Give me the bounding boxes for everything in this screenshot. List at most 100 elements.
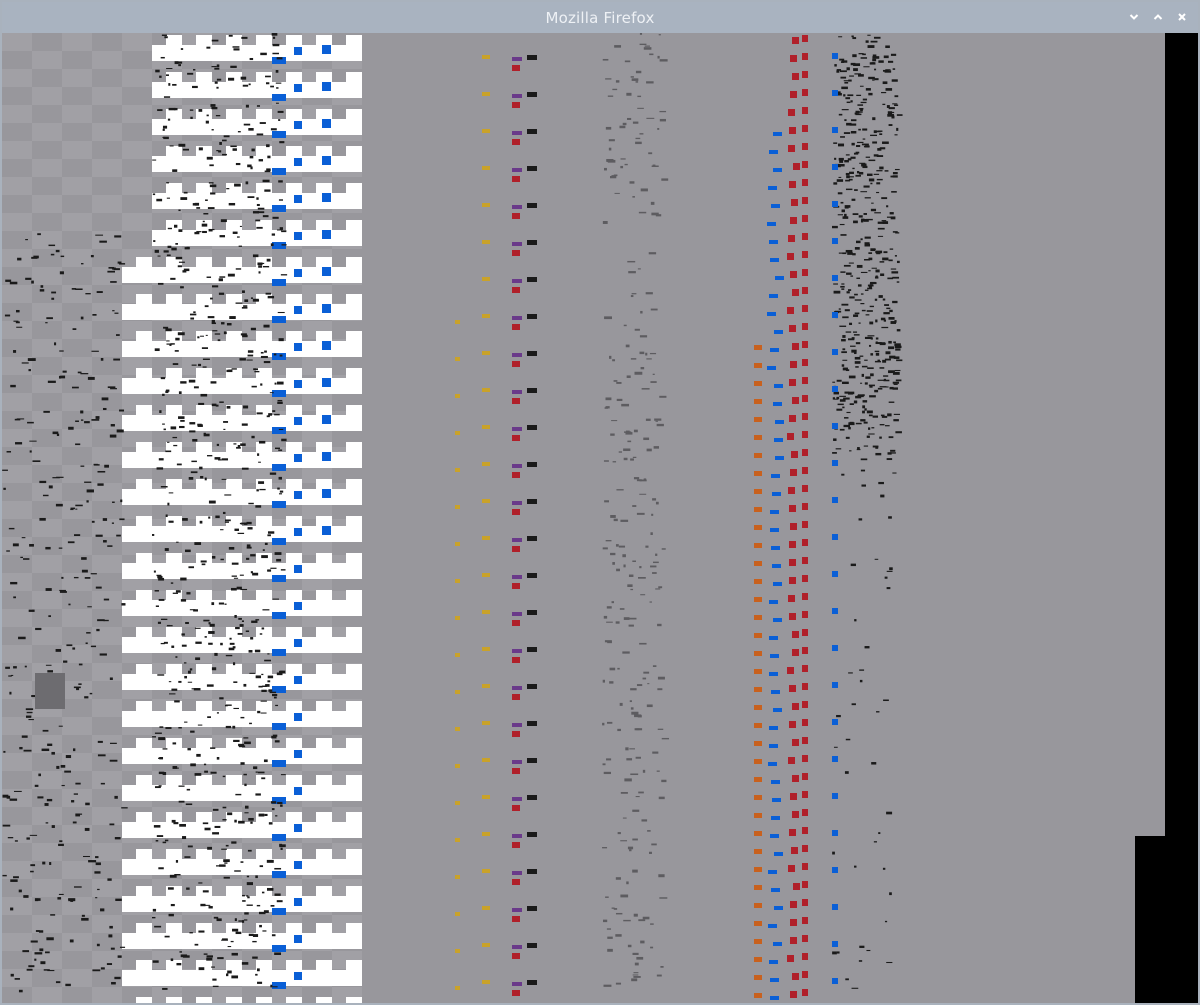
glitch-white-block <box>302 933 332 949</box>
glitch-noise <box>877 148 882 151</box>
glitch-noise <box>527 684 537 689</box>
glitch-noise <box>625 344 630 348</box>
glitch-noise <box>246 557 250 560</box>
title-bar[interactable]: Mozilla Firefox <box>2 2 1198 34</box>
glitch-noise <box>181 633 185 636</box>
glitch-noise <box>871 427 875 429</box>
glitch-white-block <box>332 896 362 912</box>
glitch-red-mark <box>802 521 808 528</box>
glitch-red-mark <box>788 109 795 116</box>
glitch-noise <box>839 428 845 431</box>
glitch-noise <box>655 553 658 556</box>
glitch-blue-block <box>322 489 331 498</box>
glitch-white-block <box>152 748 182 764</box>
maximize-button[interactable] <box>1148 7 1168 27</box>
glitch-purple-mark <box>512 501 522 505</box>
glitch-noise <box>876 182 881 185</box>
glitch-noise <box>613 174 618 177</box>
glitch-noise <box>254 649 261 653</box>
glitch-noise <box>14 840 18 842</box>
glitch-noise <box>219 235 226 238</box>
glitch-white-block <box>182 526 212 542</box>
glitch-noise <box>201 223 208 227</box>
glitch-noise <box>895 431 902 434</box>
glitch-noise <box>223 331 227 335</box>
glitch-noise <box>25 277 32 280</box>
glitch-gold-mark <box>482 425 490 429</box>
glitch-noise <box>272 598 279 600</box>
glitch-blue-block <box>832 978 838 984</box>
glitch-noise <box>29 834 38 836</box>
glitch-noise <box>249 57 254 61</box>
glitch-noise <box>267 888 272 890</box>
glitch-noise <box>242 894 245 897</box>
glitch-red-mark <box>802 269 808 276</box>
glitch-noise <box>860 419 866 422</box>
glitch-noise <box>178 209 181 212</box>
glitch-noise <box>615 982 622 985</box>
glitch-white-block <box>122 415 152 431</box>
glitch-noise <box>44 803 49 806</box>
glitch-noise <box>63 660 68 663</box>
glitch-blue-block <box>832 164 838 170</box>
glitch-noise <box>55 249 60 253</box>
glitch-noise <box>224 521 229 523</box>
glitch-noise <box>263 361 271 364</box>
glitch-noise <box>868 76 875 80</box>
glitch-noise <box>875 269 880 273</box>
glitch-purple-mark <box>512 316 522 320</box>
glitch-noise <box>869 395 876 398</box>
glitch-noise <box>894 104 899 106</box>
glitch-noise <box>114 837 121 840</box>
glitch-noise <box>42 861 46 865</box>
glitch-noise <box>630 688 637 691</box>
glitch-noise <box>841 351 847 354</box>
glitch-noise <box>175 656 178 658</box>
browser-content-glitched[interactable] <box>2 33 1198 1003</box>
glitch-white-block <box>256 775 272 787</box>
close-button[interactable] <box>1172 7 1192 27</box>
glitch-noise <box>110 424 115 427</box>
glitch-noise <box>258 440 266 444</box>
glitch-white-block <box>122 748 152 764</box>
minimize-button[interactable] <box>1124 7 1144 27</box>
glitch-noise <box>180 48 184 50</box>
glitch-noise <box>852 54 857 58</box>
glitch-noise <box>848 178 853 181</box>
glitch-noise <box>188 566 195 569</box>
glitch-noise <box>527 795 537 800</box>
glitch-red-mark <box>789 559 796 566</box>
glitch-noise <box>620 791 628 794</box>
glitch-noise <box>855 366 859 368</box>
glitch-noise <box>864 236 871 239</box>
glitch-noise <box>602 221 608 224</box>
glitch-gold-mark <box>455 505 460 509</box>
glitch-noise <box>649 352 657 355</box>
glitch-white-block <box>196 960 212 972</box>
glitch-noise <box>636 684 643 687</box>
glitch-red-mark <box>802 899 808 906</box>
glitch-noise <box>871 762 877 765</box>
glitch-noise <box>617 667 620 670</box>
glitch-noise <box>167 887 174 890</box>
glitch-noise <box>868 252 873 254</box>
glitch-white-block <box>122 563 152 579</box>
glitch-red-mark <box>802 665 808 672</box>
glitch-noise <box>187 681 193 683</box>
glitch-noise <box>245 181 249 185</box>
glitch-noise <box>856 277 861 279</box>
glitch-gold-mark <box>455 949 460 953</box>
glitch-noise <box>864 197 871 199</box>
glitch-tile <box>62 177 92 195</box>
glitch-noise <box>84 827 90 831</box>
glitch-white-block <box>182 600 212 616</box>
glitch-tile <box>2 213 32 231</box>
glitch-noise <box>269 472 277 475</box>
glitch-white-block <box>316 849 332 861</box>
glitch-blue-block <box>294 565 302 573</box>
glitch-noise <box>850 156 856 159</box>
glitch-noise <box>615 877 621 880</box>
glitch-white-block <box>122 822 152 838</box>
glitch-noise <box>845 436 850 439</box>
glitch-red-mark <box>790 55 797 62</box>
